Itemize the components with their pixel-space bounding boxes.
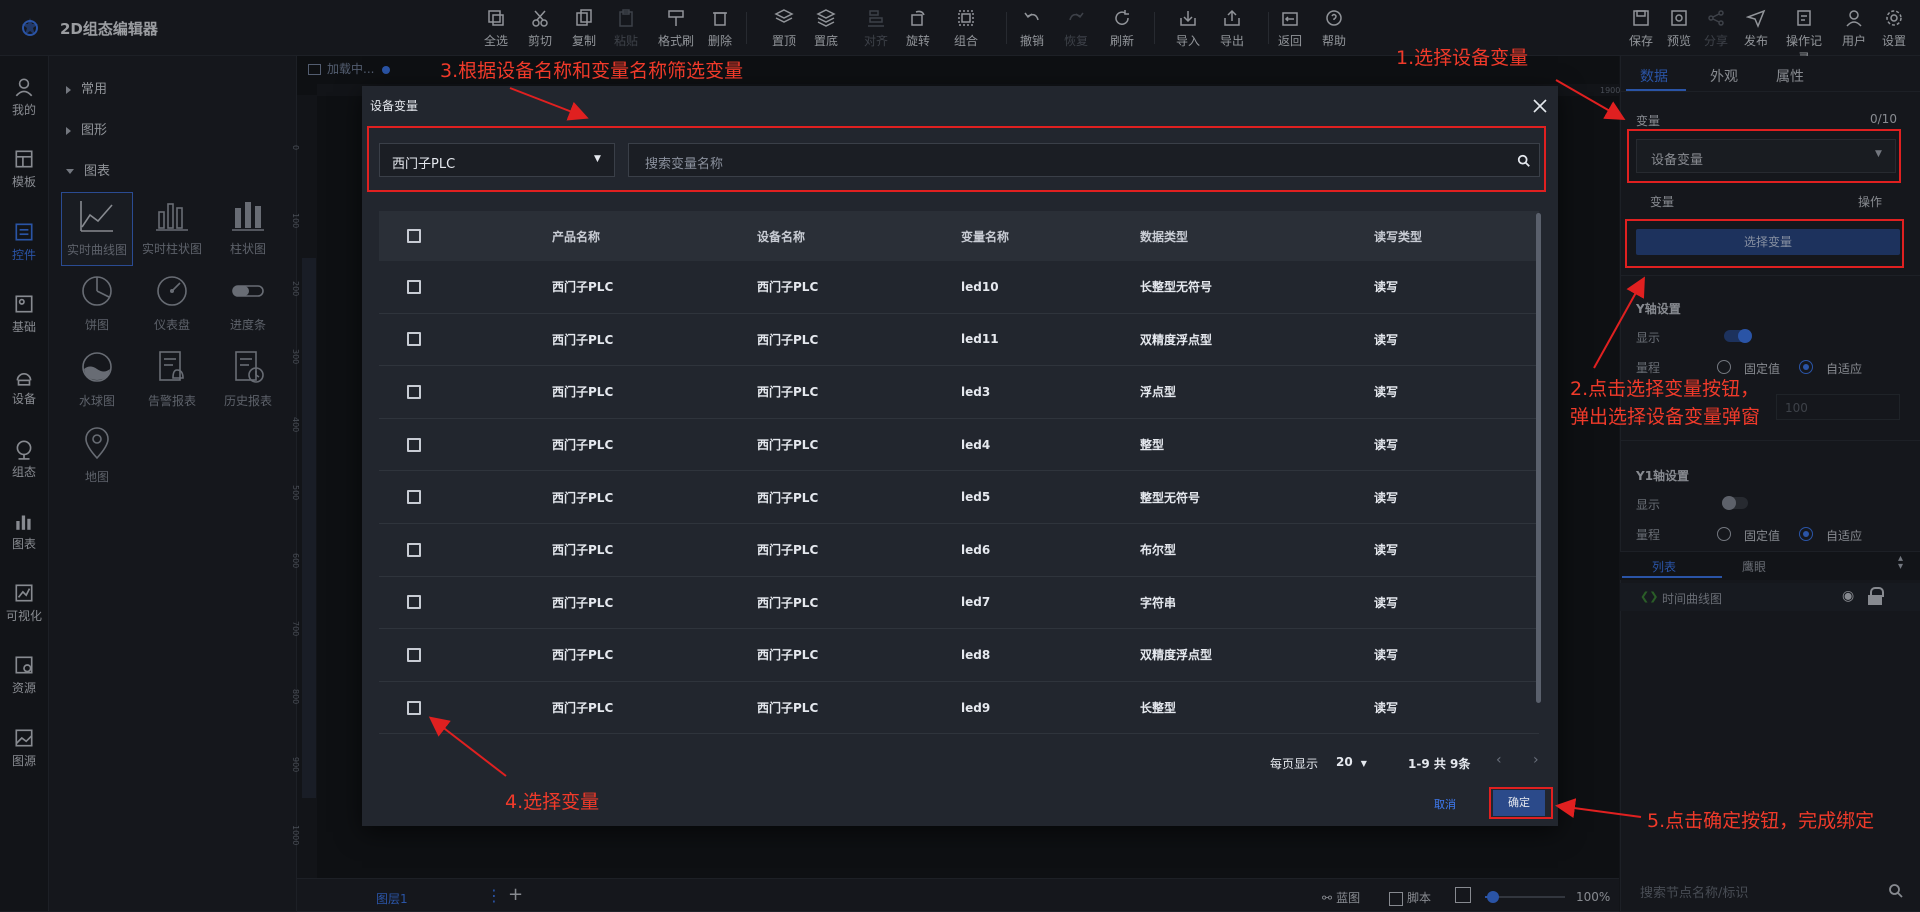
table-cell: led9: [961, 700, 991, 715]
table-cell: 字符串: [1140, 595, 1177, 610]
row-checkbox[interactable]: [407, 437, 421, 452]
table-cell: 西门子PLC: [552, 701, 614, 716]
annotation-box-select-button: [1625, 219, 1904, 268]
table-cell: 读写: [1374, 332, 1399, 347]
cancel-button[interactable]: 取消: [1434, 796, 1456, 812]
table-row[interactable]: 西门子PLC 西门子PLC led6 布尔型 读写: [379, 523, 1539, 577]
annotation-step2-line1: 2.点击选择变量按钮，: [1570, 378, 1760, 400]
table-cell: 西门子PLC: [757, 332, 819, 347]
table-cell: led3: [961, 384, 991, 399]
row-checkbox[interactable]: [407, 647, 421, 662]
row-checkbox[interactable]: [407, 595, 421, 610]
row-checkbox[interactable]: [407, 279, 421, 294]
close-icon[interactable]: [1531, 97, 1549, 115]
table-cell: 西门子PLC: [552, 490, 614, 505]
row-checkbox[interactable]: [407, 384, 421, 399]
table-cell: led6: [961, 542, 991, 557]
annotation-box-filter: [367, 126, 1546, 192]
table-cell: 西门子PLC: [757, 490, 819, 505]
col-data-type: 数据类型: [1140, 229, 1189, 244]
table-header: 产品名称 设备名称 变量名称 数据类型 读写类型: [379, 211, 1539, 261]
annotation-step4: 4.选择变量: [505, 791, 600, 813]
table-cell: 读写: [1374, 438, 1399, 453]
table-cell: led4: [961, 437, 991, 452]
table-cell: led11: [961, 332, 999, 347]
table-cell: 西门子PLC: [757, 701, 819, 716]
table-cell: 双精度浮点型: [1140, 648, 1213, 663]
page-size-label: 每页显示: [1270, 757, 1319, 771]
variable-table: 产品名称 设备名称 变量名称 数据类型 读写类型 西门子PLC 西门子PLC led…: [379, 211, 1539, 735]
select-all-checkbox[interactable]: [407, 229, 421, 243]
table-row[interactable]: 西门子PLC 西门子PLC led5 整型无符号 读写: [379, 471, 1539, 524]
table-cell: led8: [961, 647, 991, 662]
table-cell: 西门子PLC: [757, 280, 819, 295]
table-cell: 读写: [1374, 543, 1399, 558]
table-cell: 西门子PLC: [757, 385, 819, 400]
table-row[interactable]: 西门子PLC 西门子PLC led10 长整型无符号 读写: [379, 261, 1539, 314]
row-checkbox[interactable]: [407, 542, 421, 557]
annotation-step2-line2: 弹出选择设备变量弹窗: [1570, 406, 1761, 428]
table-cell: led7: [961, 595, 991, 610]
table-cell: 西门子PLC: [552, 438, 614, 453]
annotation-step5: 5.点击确定按钮，完成绑定: [1647, 810, 1875, 832]
table-cell: 整型无符号: [1140, 490, 1201, 505]
table-cell: led5: [961, 490, 991, 505]
table-cell: 西门子PLC: [757, 648, 819, 663]
table-cell: 读写: [1374, 490, 1399, 505]
table-cell: 读写: [1374, 280, 1399, 295]
table-cell: 西门子PLC: [757, 438, 819, 453]
table-cell: 读写: [1374, 385, 1399, 400]
annotation-step1: 1.选择设备变量: [1396, 47, 1529, 69]
col-device-name: 设备名称: [757, 229, 806, 244]
row-checkbox[interactable]: [407, 700, 421, 715]
table-cell: 整型: [1140, 438, 1165, 453]
table-cell: 西门子PLC: [552, 595, 614, 610]
table-row[interactable]: 西门子PLC 西门子PLC led8 双精度浮点型 读写: [379, 629, 1539, 682]
table-cell: 读写: [1374, 595, 1399, 610]
next-page-icon[interactable]: ›: [1533, 752, 1539, 768]
table-cell: 西门子PLC: [552, 332, 614, 347]
page-size-select[interactable]: 20 ▼: [1336, 755, 1367, 769]
row-checkbox[interactable]: [407, 332, 421, 347]
prev-page-icon[interactable]: ‹: [1496, 752, 1502, 768]
table-cell: 西门子PLC: [552, 280, 614, 295]
table-cell: 西门子PLC: [552, 385, 614, 400]
row-checkbox[interactable]: [407, 490, 421, 505]
chevron-down-icon: ▼: [1360, 759, 1367, 768]
col-rw-type: 读写类型: [1374, 229, 1423, 244]
table-cell: 西门子PLC: [757, 543, 819, 558]
table-cell: 布尔型: [1140, 543, 1177, 558]
table-row[interactable]: 西门子PLC 西门子PLC led9 长整型 读写: [379, 681, 1539, 735]
table-cell: 读写: [1374, 648, 1399, 663]
page-info: 1-9 共 9条: [1408, 757, 1471, 771]
table-row[interactable]: 西门子PLC 西门子PLC led11 双精度浮点型 读写: [379, 313, 1539, 367]
table-cell: 浮点型: [1140, 385, 1177, 400]
table-cell: 西门子PLC: [757, 595, 819, 610]
table-cell: 双精度浮点型: [1140, 332, 1213, 347]
table-cell: 长整型无符号: [1140, 280, 1213, 295]
table-cell: 西门子PLC: [552, 543, 614, 558]
dialog-title: 设备变量: [370, 99, 419, 113]
table-scrollbar[interactable]: [1536, 213, 1541, 703]
table-cell: 读写: [1374, 701, 1399, 716]
table-row[interactable]: 西门子PLC 西门子PLC led4 整型 读写: [379, 418, 1539, 472]
annotation-box-variable-type: [1627, 129, 1901, 183]
table-cell: 长整型: [1140, 701, 1177, 716]
table-cell: led10: [961, 279, 999, 294]
annotation-box-confirm: [1489, 787, 1553, 819]
col-product-name: 产品名称: [552, 229, 601, 244]
annotation-step3: 3.根据设备名称和变量名称筛选变量: [440, 60, 744, 82]
table-row[interactable]: 西门子PLC 西门子PLC led7 字符串 读写: [379, 576, 1539, 630]
table-row[interactable]: 西门子PLC 西门子PLC led3 浮点型 读写: [379, 366, 1539, 419]
col-variable-name: 变量名称: [961, 229, 1010, 244]
table-cell: 西门子PLC: [552, 648, 614, 663]
